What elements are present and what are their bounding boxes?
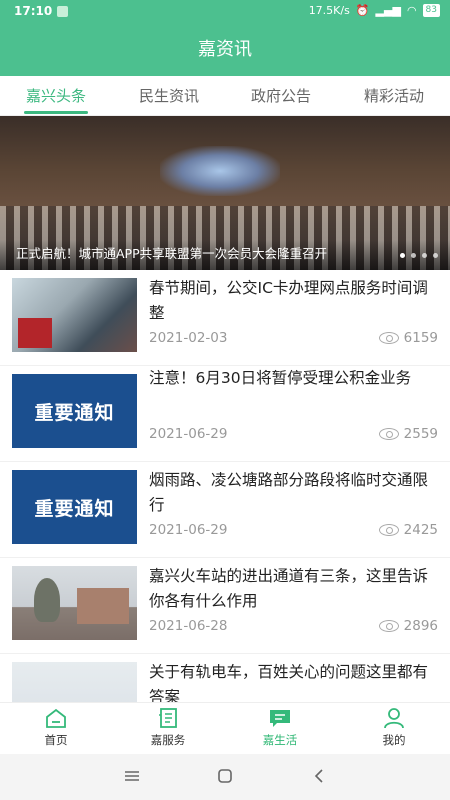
sim-icon <box>57 6 68 17</box>
carousel-dot <box>422 253 427 258</box>
tab-livelihood[interactable]: 民生资讯 <box>135 76 203 116</box>
news-thumbnail <box>12 662 137 702</box>
wifi-icon: ◠ <box>406 4 417 17</box>
news-date: 2021-06-28 <box>149 618 228 634</box>
carousel-dot <box>400 253 405 258</box>
news-title: 注意！6月30日将暂停受理公积金业务 <box>149 369 412 387</box>
eye-icon <box>378 428 399 440</box>
tab-gov-notice[interactable]: 政府公告 <box>247 76 315 116</box>
user-icon <box>384 708 404 729</box>
status-right: 17.5K/s ⏰ ▂▄▆ ◠ 83 <box>309 4 440 17</box>
status-bar: 17:10 17.5K/s ⏰ ▂▄▆ ◠ 83 <box>0 0 450 24</box>
news-thumbnail: 重要通知 <box>12 374 137 448</box>
home-icon <box>46 708 66 728</box>
news-thumbnail: 重要通知 <box>12 470 137 544</box>
news-item[interactable]: 嘉兴火车站的进出通道有三条，这里告诉你各有什么作用 2021-06-28 289… <box>0 558 450 654</box>
system-nav-bar <box>0 754 450 800</box>
view-count: 2559 <box>403 426 438 442</box>
signal-icon: ▂▄▆ <box>375 4 401 17</box>
news-item[interactable]: 重要通知 烟雨路、凌公塘路部分路段将临时交通限行 2021-06-29 2425 <box>0 462 450 558</box>
news-item[interactable]: 重要通知 注意！6月30日将暂停受理公积金业务 2021-06-29 2559 <box>0 366 450 462</box>
nav-label: 首页 <box>44 733 68 747</box>
home-button-icon[interactable] <box>215 768 235 784</box>
nav-home[interactable]: 首页 <box>0 707 112 748</box>
eye-icon <box>378 524 399 536</box>
nav-life[interactable]: 嘉生活 <box>224 707 336 748</box>
nav-label: 我的 <box>382 733 406 747</box>
view-count: 6159 <box>403 330 438 346</box>
news-thumbnail <box>12 566 137 640</box>
carousel-dot <box>433 253 438 258</box>
view-count: 2425 <box>403 522 438 538</box>
news-list: 春节期间，公交IC卡办理网点服务时间调整 2021-02-03 6159 重要通… <box>0 270 450 702</box>
carousel-indicator <box>400 253 438 258</box>
tab-headlines[interactable]: 嘉兴头条 <box>22 76 90 116</box>
menu-icon[interactable] <box>122 768 142 784</box>
bottom-nav: 首页 嘉服务 嘉生活 我的 <box>0 702 450 754</box>
news-views: 2896 <box>378 618 438 634</box>
tab-bar: 嘉兴头条 民生资讯 政府公告 精彩活动 <box>0 76 450 116</box>
page-title: 嘉资讯 <box>0 24 450 76</box>
news-item[interactable]: 关于有轨电车，百姓关心的问题这里都有答案 <box>0 654 450 702</box>
banner-caption: 正式启航！城市通APP共享联盟第一次会员大会隆重召开 <box>16 246 328 261</box>
carousel-dot <box>411 253 416 258</box>
battery-icon: 83 <box>422 4 440 17</box>
banner-carousel[interactable]: 正式启航！城市通APP共享联盟第一次会员大会隆重召开 <box>0 116 450 270</box>
news-title: 嘉兴火车站的进出通道有三条，这里告诉你各有什么作用 <box>149 567 429 610</box>
status-time: 17:10 <box>14 4 53 18</box>
news-item[interactable]: 春节期间，公交IC卡办理网点服务时间调整 2021-02-03 6159 <box>0 270 450 366</box>
eye-icon <box>378 332 399 344</box>
view-count: 2896 <box>403 618 438 634</box>
nav-label: 嘉服务 <box>150 733 186 747</box>
banner-stage-screen <box>160 146 280 196</box>
back-icon[interactable] <box>309 768 329 784</box>
eye-icon <box>378 620 399 632</box>
news-date: 2021-06-29 <box>149 522 228 538</box>
nav-mine[interactable]: 我的 <box>338 707 450 748</box>
news-views: 2559 <box>378 426 438 442</box>
tab-activities[interactable]: 精彩活动 <box>360 76 428 116</box>
news-date: 2021-06-29 <box>149 426 228 442</box>
news-title: 烟雨路、凌公塘路部分路段将临时交通限行 <box>149 471 429 514</box>
alarm-icon: ⏰ <box>355 4 370 17</box>
news-thumbnail <box>12 278 137 352</box>
news-title: 春节期间，公交IC卡办理网点服务时间调整 <box>149 279 428 322</box>
nav-service[interactable]: 嘉服务 <box>112 707 224 748</box>
nav-label: 嘉生活 <box>262 733 298 747</box>
news-views: 6159 <box>378 330 438 346</box>
service-icon <box>159 708 177 728</box>
news-date: 2021-02-03 <box>149 330 228 346</box>
network-speed: 17.5K/s <box>308 4 350 17</box>
news-views: 2425 <box>378 522 438 538</box>
news-title: 关于有轨电车，百姓关心的问题这里都有答案 <box>149 663 429 702</box>
chat-icon <box>270 710 290 727</box>
